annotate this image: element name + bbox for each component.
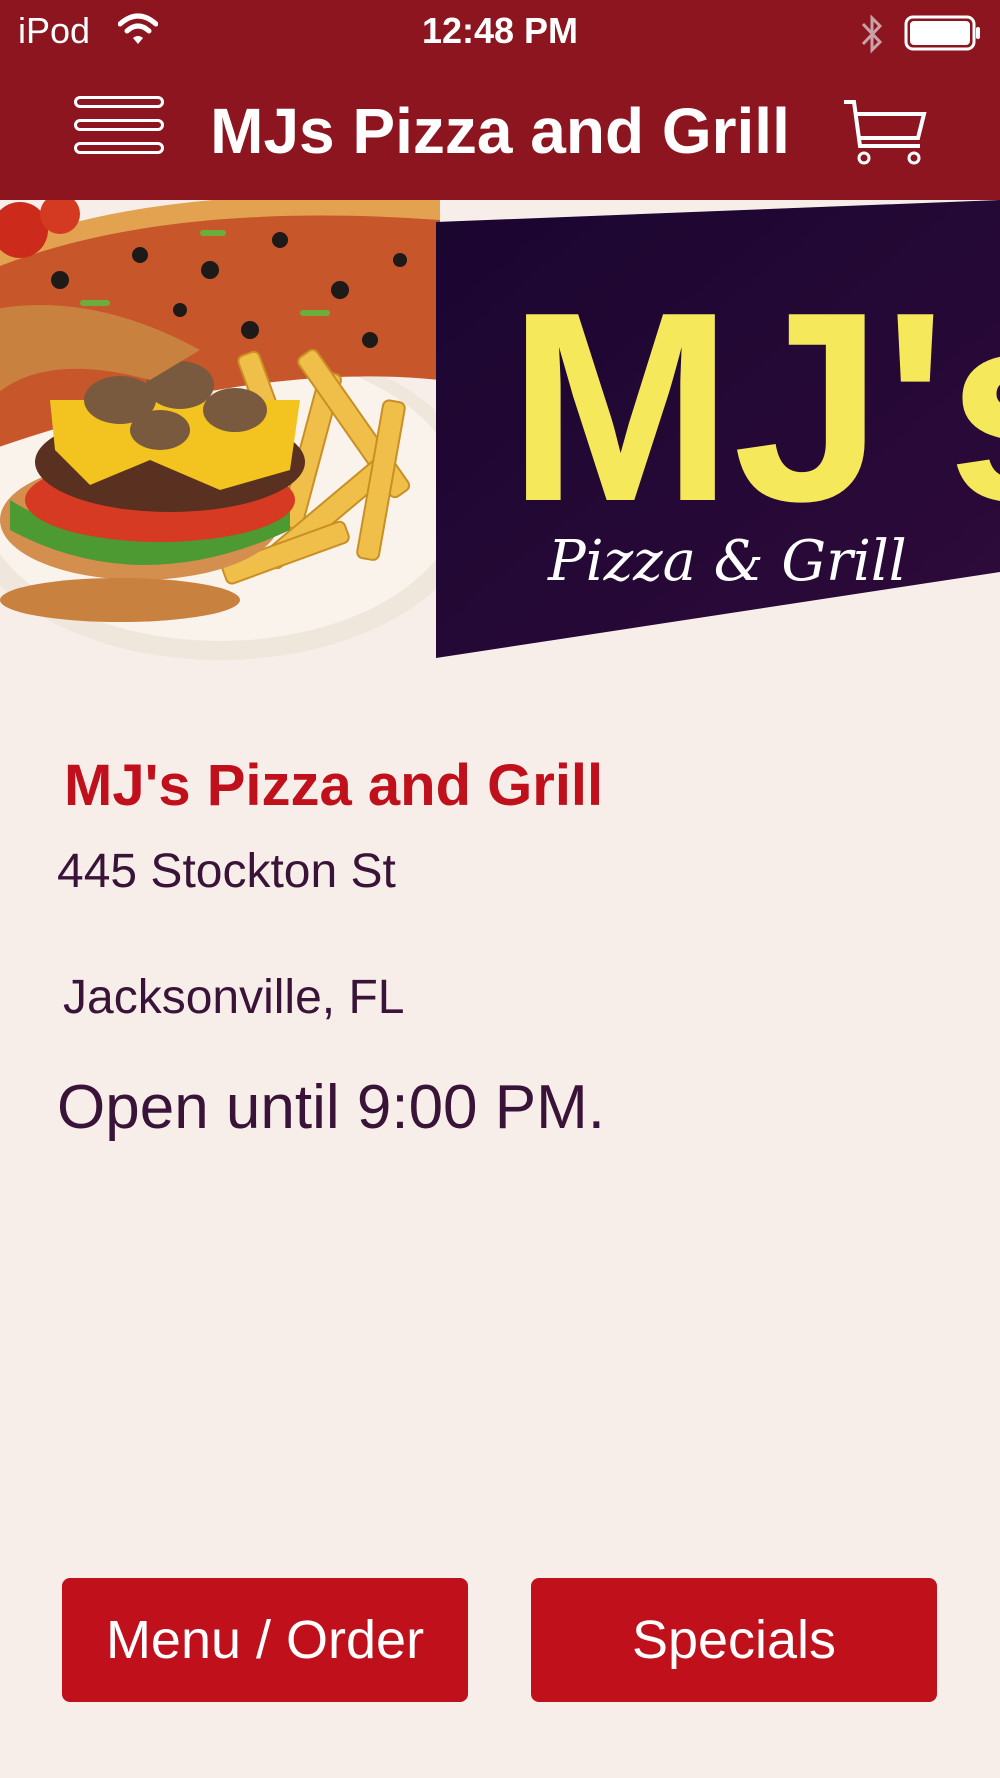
logo-mjs: MJ's (508, 257, 1000, 558)
status-bar: iPod 12:48 PM (0, 0, 1000, 64)
specials-button[interactable]: Specials (531, 1578, 937, 1702)
nav-bar: MJs Pizza and Grill (0, 64, 1000, 200)
logo-banner: MJ's Pizza & Grill (436, 200, 1000, 658)
hero-banner: MJ's Pizza & Grill (0, 200, 1000, 670)
restaurant-name: MJ's Pizza and Grill (64, 753, 604, 818)
opening-hours: Open until 9:00 PM. (57, 1073, 605, 1142)
menu-order-button[interactable]: Menu / Order (62, 1578, 468, 1702)
restaurant-address: 445 Stockton St (57, 845, 396, 898)
logo-tagline: Pizza & Grill (547, 529, 907, 594)
shopping-cart-icon[interactable] (838, 98, 928, 170)
status-time: 12:48 PM (421, 10, 579, 51)
battery-icon (904, 15, 980, 51)
top-bar: iPod 12:48 PM MJs Pizza and Grill (0, 0, 1000, 200)
restaurant-city: Jacksonville, FL (63, 971, 405, 1024)
bluetooth-icon (861, 14, 883, 54)
